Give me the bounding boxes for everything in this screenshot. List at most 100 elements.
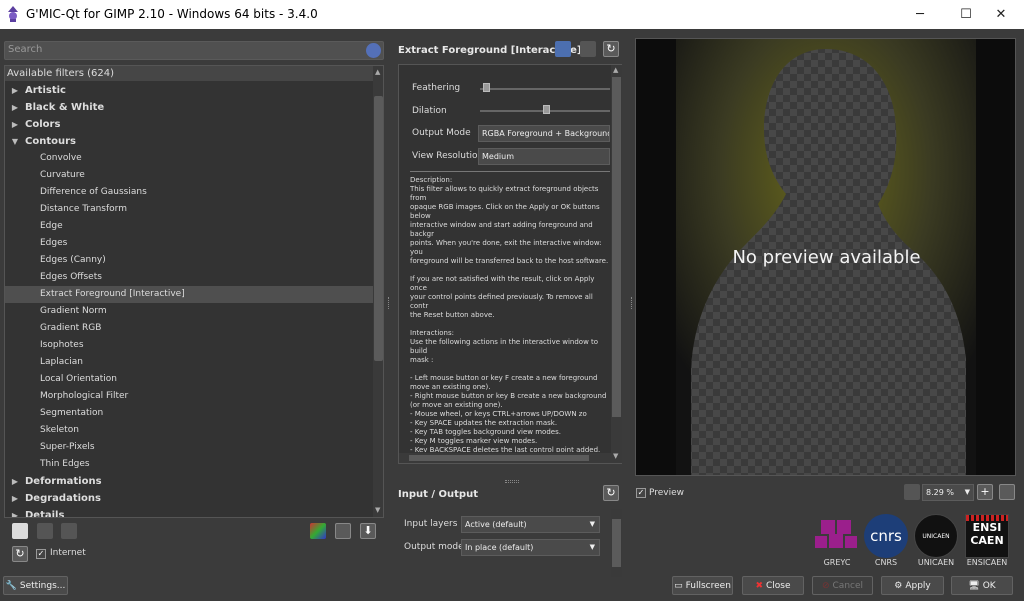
reset-params-icon[interactable]: ↻ (603, 41, 619, 57)
minimize-button[interactable]: ─ (897, 0, 943, 29)
fave-filter-icon[interactable] (555, 41, 571, 57)
chevron-down-icon: ▼ (964, 488, 970, 496)
tree-category[interactable]: ▼ Contours (5, 133, 373, 150)
close-window-button[interactable]: ✕ (978, 0, 1024, 29)
params-hscrollbar[interactable] (399, 453, 611, 463)
zoom-out-icon[interactable] (904, 484, 920, 500)
output-mode-select[interactable]: RGBA Foreground + Background (478, 125, 610, 142)
tree-item-label: Edges Offsets (40, 272, 102, 282)
apply-button[interactable]: ⚙ Apply (881, 576, 944, 595)
io-scrollbar[interactable] (611, 509, 622, 577)
cancel-button[interactable]: ⊘ Cancel (812, 576, 873, 595)
view-resolution-select[interactable]: Medium (478, 148, 610, 165)
remove-fave-icon[interactable] (61, 523, 77, 539)
list-view-icon[interactable] (335, 523, 351, 539)
params-scrollbar-thumb[interactable] (612, 77, 621, 417)
tree-item[interactable]: Segmentation (5, 405, 373, 422)
tree-item[interactable]: Skeleton (5, 422, 373, 439)
output-mode-io-label: Output mode (404, 542, 464, 552)
refresh-icon[interactable]: ↻ (12, 546, 28, 562)
tree-item[interactable]: Difference of Gaussians (5, 184, 373, 201)
scroll-down-icon[interactable]: ▼ (375, 506, 380, 514)
tree-category[interactable]: ▶ Black & White (5, 99, 373, 116)
tree-item[interactable]: Extract Foreground [Interactive] (5, 286, 373, 303)
download-icon[interactable]: ⬇ (360, 523, 376, 539)
tree-item[interactable]: Super-Pixels (5, 439, 373, 456)
tree-category[interactable]: ▶ Colors (5, 116, 373, 133)
params-scroll-down-icon[interactable]: ▼ (613, 452, 618, 460)
chevron-right-icon[interactable]: ▶ (5, 490, 25, 507)
preview-area[interactable]: No preview available (635, 38, 1016, 476)
zoom-select[interactable]: 8.29 % ▼ (922, 484, 974, 501)
search-input[interactable]: Search (8, 44, 42, 55)
tree-item[interactable]: Edges (Canny) (5, 252, 373, 269)
tree-item[interactable]: Morphological Filter (5, 388, 373, 405)
dilation-slider-knob[interactable] (543, 105, 550, 114)
scrollbar-thumb[interactable] (374, 96, 383, 361)
cancel-label: Cancel (832, 580, 864, 591)
search-box[interactable]: Search (4, 41, 384, 60)
zoom-fit-icon[interactable] (999, 484, 1015, 500)
chevron-right-icon[interactable]: ▶ (5, 82, 25, 99)
params-hscrollbar-thumb[interactable] (409, 455, 589, 461)
settings-button[interactable]: 🔧 Settings... (3, 576, 68, 595)
tree-category[interactable]: ▶ Degradations (5, 490, 373, 507)
input-layers-select[interactable]: Active (default) ▼ (461, 516, 600, 533)
tree-item[interactable]: Edges Offsets (5, 269, 373, 286)
tree-category[interactable]: ▶ Deformations (5, 473, 373, 490)
filter-tree[interactable]: Available filters (624) ▲ ▼ ▶ Artistic ▶ Bl… (4, 65, 384, 518)
panel-splitter[interactable] (505, 480, 519, 483)
tree-item[interactable]: Convolve (5, 150, 373, 167)
output-mode-io-select[interactable]: In place (default) ▼ (461, 539, 600, 556)
view-resolution-label: View Resolution (412, 151, 484, 161)
feathering-slider[interactable] (480, 88, 610, 90)
ok-button[interactable]: 🖥 OK (951, 576, 1013, 595)
tree-item[interactable]: Isophotes (5, 337, 373, 354)
io-scrollbar-thumb[interactable] (612, 519, 621, 567)
feathering-slider-knob[interactable] (483, 83, 490, 92)
tree-item[interactable]: Local Orientation (5, 371, 373, 388)
tree-category[interactable]: ▶ Details (5, 507, 373, 517)
rename-fave-icon[interactable] (37, 523, 53, 539)
color-icon[interactable] (310, 523, 326, 539)
tree-item-label: Segmentation (40, 408, 104, 418)
params-scrollbar[interactable]: ▲ ▼ (611, 65, 622, 463)
greyc-logo-mark (815, 520, 857, 548)
chevron-down-icon[interactable]: ▼ (5, 133, 25, 150)
tree-item[interactable]: Curvature (5, 167, 373, 184)
chevron-right-icon[interactable]: ▶ (5, 507, 25, 517)
tree-item-label: Curvature (40, 170, 85, 180)
tree-item[interactable]: Distance Transform (5, 201, 373, 218)
chevron-right-icon[interactable]: ▶ (5, 473, 25, 490)
splitter-handle[interactable] (388, 297, 390, 309)
close-button[interactable]: ✖ Close (742, 576, 804, 595)
preview-checkbox[interactable]: ✓ (636, 488, 646, 498)
ok-icon: 🖥 (968, 580, 980, 591)
chevron-right-icon[interactable]: ▶ (5, 99, 25, 116)
tree-item[interactable]: Thin Edges (5, 456, 373, 473)
chevron-right-icon[interactable]: ▶ (5, 116, 25, 133)
internet-checkbox[interactable]: ✓ (36, 549, 46, 559)
visibility-icon[interactable] (580, 41, 596, 57)
gmic-app-icon (8, 6, 18, 22)
fullscreen-button[interactable]: ▭ Fullscreen (672, 576, 733, 595)
ensicaen-logo-top: ENSI (972, 521, 1002, 534)
tree-item-label: Morphological Filter (40, 391, 129, 401)
tree-item[interactable]: Edges (5, 235, 373, 252)
tree-category[interactable]: ▶ Artistic (5, 82, 373, 99)
tree-item[interactable]: Laplacian (5, 354, 373, 371)
tree-item-label: Skeleton (40, 425, 79, 435)
cnrs-label: CNRS (874, 558, 898, 567)
scroll-up-icon[interactable]: ▲ (375, 68, 380, 76)
greyc-label: GREYC (823, 558, 851, 567)
tree-item[interactable]: Gradient RGB (5, 320, 373, 337)
params-scroll-up-icon[interactable]: ▲ (613, 66, 618, 74)
tree-item-label: Local Orientation (40, 374, 117, 384)
tree-item[interactable]: Gradient Norm (5, 303, 373, 320)
tree-scrollbar[interactable]: ▲ ▼ (373, 66, 383, 517)
tree-item[interactable]: Edge (5, 218, 373, 235)
zoom-in-icon[interactable]: + (977, 484, 993, 500)
reset-io-icon[interactable]: ↻ (603, 485, 619, 501)
add-fave-icon[interactable] (12, 523, 28, 539)
splitter-handle-right[interactable] (631, 297, 633, 309)
